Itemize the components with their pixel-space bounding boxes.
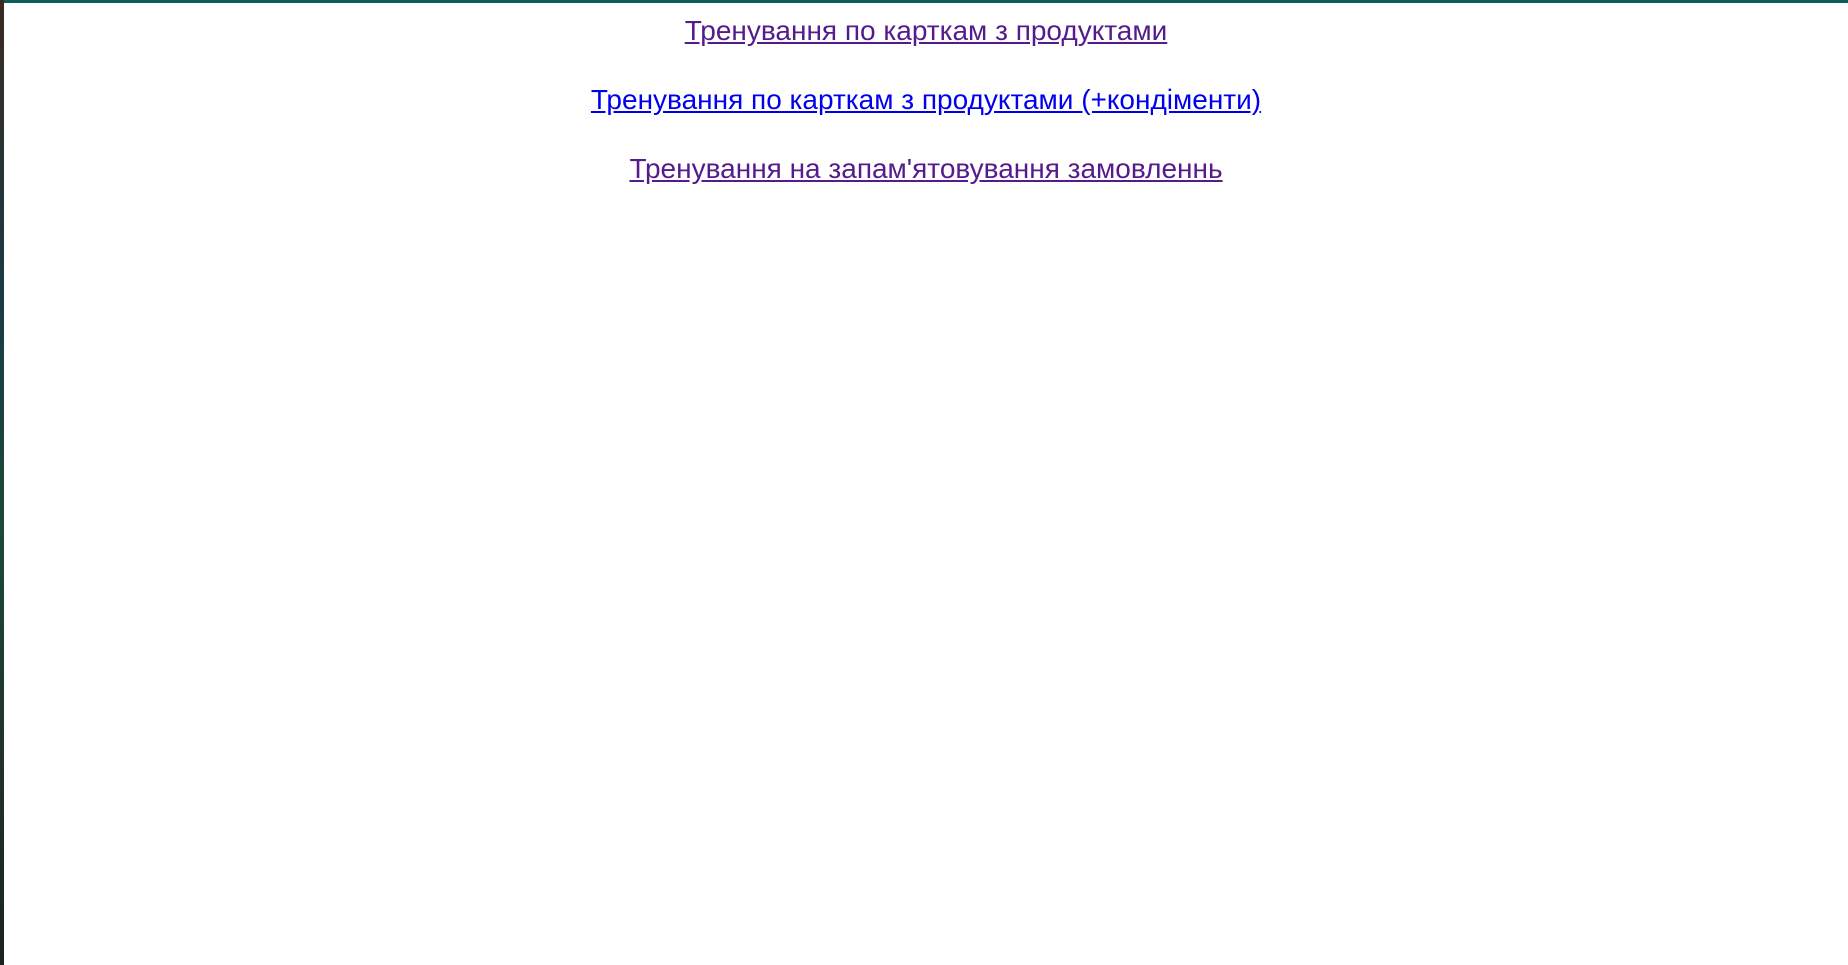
training-links-list: Тренування по карткам з продуктами Трену… — [4, 0, 1848, 221]
product-cards-training-link[interactable]: Тренування по карткам з продуктами — [685, 14, 1168, 48]
product-cards-condiments-training-link[interactable]: Тренування по карткам з продуктами (+кон… — [591, 83, 1261, 117]
order-memorization-training-link[interactable]: Тренування на запам'ятовування замовленн… — [629, 152, 1222, 186]
